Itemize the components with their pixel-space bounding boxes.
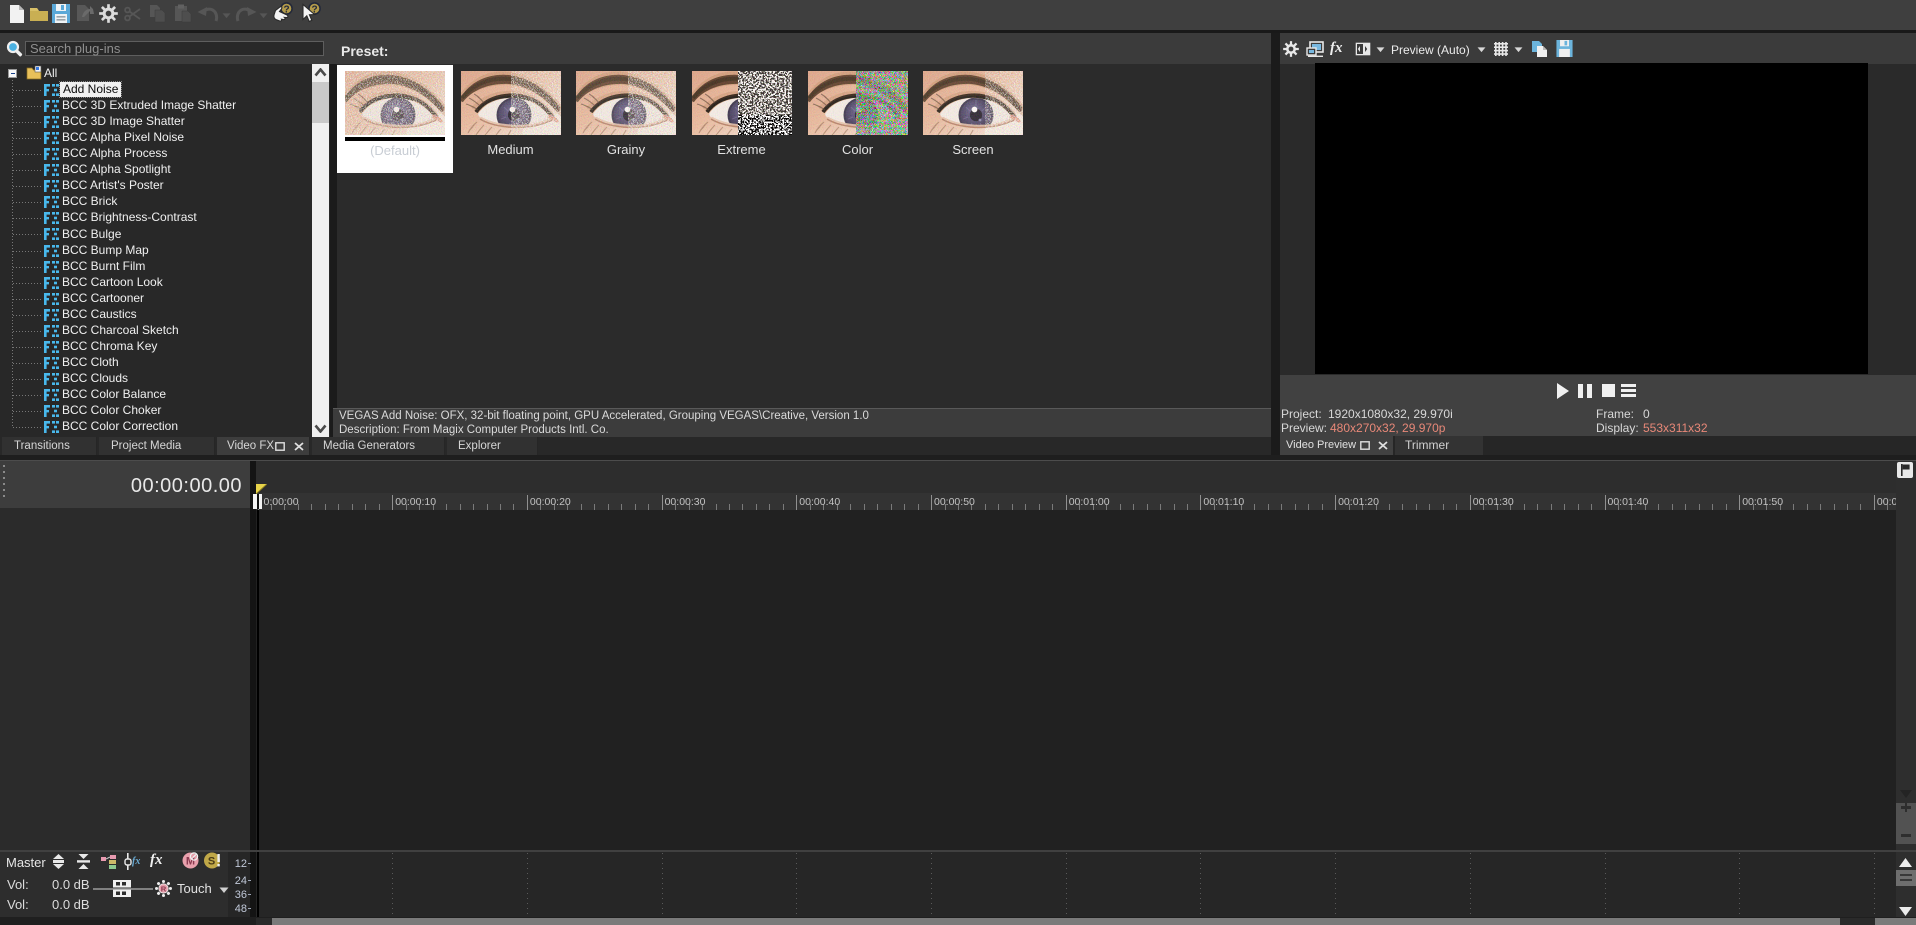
svg-text:R: R (161, 884, 167, 893)
svg-text:S: S (208, 856, 215, 868)
svg-text:fx: fx (132, 856, 140, 867)
